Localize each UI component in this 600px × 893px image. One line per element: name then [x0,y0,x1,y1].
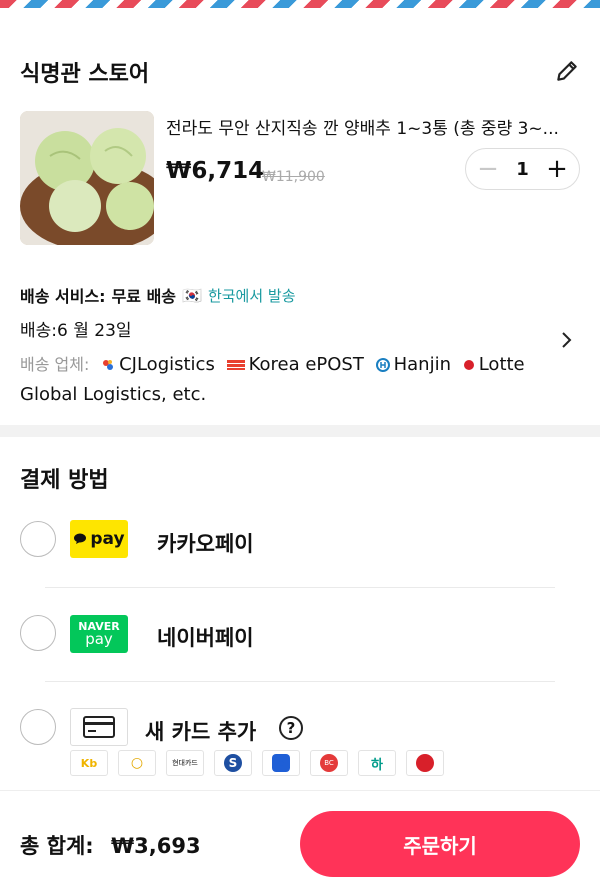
section-divider [0,425,600,437]
cj-logo-icon [103,360,114,370]
place-order-button[interactable]: 주문하기 [300,811,580,877]
product-image[interactable] [20,111,154,245]
edit-icon[interactable] [554,58,580,84]
increase-button[interactable]: + [545,156,569,182]
product-title[interactable]: 전라도 무안 산지직송 깐 양배추 1~3통 (총 중량 3~... [166,114,586,139]
radio-new-card[interactable] [20,709,56,745]
carrier-hanjin: Hanjin [393,354,451,375]
credit-card-icon [83,716,115,738]
carrier-korea-post: Korea ePOST [248,354,364,375]
naverpay-logo-bottom: pay [85,630,113,648]
total-value: ₩3,693 [110,834,201,858]
radio-kakaopay[interactable] [20,521,56,557]
chevron-right-icon[interactable] [560,330,574,350]
original-price: ₩11,900 [262,169,325,185]
store-name: 식명관 스토어 [20,62,150,87]
ship-origin: 한국에서 발송 [207,286,296,305]
row-divider [45,681,555,682]
kb-card-icon: Kb [70,750,108,776]
hana-card-icon: 하 [358,750,396,776]
naverpay-logo: NAVER pay [70,615,128,653]
new-card-label[interactable]: 새 카드 추가 [145,716,256,746]
kakaopay-logo: pay [70,520,128,558]
carrier-cj: CJLogistics [119,354,215,375]
decrease-button[interactable]: − [476,156,500,182]
kakaopay-logo-text: pay [90,529,125,549]
help-icon[interactable]: ? [279,716,303,740]
hyundai-card-icon: 현대카드 [166,750,204,776]
naverpay-label[interactable]: 네이버페이 [157,622,254,652]
kakaopay-label[interactable]: 카카오페이 [157,528,254,558]
sale-price: ₩6,714 [166,158,265,184]
hanjin-logo-icon [375,358,390,372]
order-total: 총 합계: ₩3,693 [20,830,201,860]
shipping-service: 배송 서비스: 무료 배송 🇰🇷 한국에서 발송 [20,283,296,307]
delivery-date: 배송:6 월 23일 [20,321,132,341]
total-label: 총 합계: [20,834,94,858]
payment-method-title: 결제 방법 [20,468,109,493]
row-divider [45,587,555,588]
lotte-logo-icon [463,360,474,370]
samsung-card-icon: ● [262,750,300,776]
shipping-service-label: 배송 서비스: [20,287,106,306]
nh-card-icon: ○ [118,750,156,776]
carrier-list[interactable]: 배송 업체: CJLogistics Korea ePOST Hanjin Lo… [20,350,560,410]
quantity-stepper: − 1 + [465,148,580,190]
card-issuer-list: Kb ○ 현대카드 S ● BC 하 ● [70,750,444,776]
shinhan-card-icon: S [214,750,252,776]
carriers-label: 배송 업체: [20,355,90,374]
airmail-border [0,0,600,8]
speech-bubble-icon [74,533,87,544]
card-logo [70,708,128,746]
korea-flag-icon: 🇰🇷 [182,285,202,305]
korea-post-logo-icon [226,360,245,370]
radio-naverpay[interactable] [20,615,56,651]
quantity-value: 1 [516,158,529,180]
bc-card-icon: BC [310,750,348,776]
shipping-service-value: 무료 배송 [111,287,177,306]
lotte-card-icon: ● [406,750,444,776]
